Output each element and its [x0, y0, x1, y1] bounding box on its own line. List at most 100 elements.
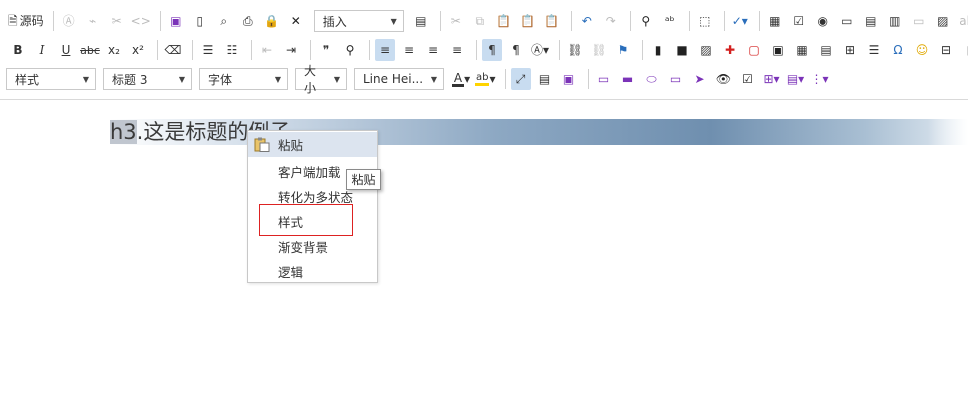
ok-button-icon[interactable]: ▬	[618, 68, 638, 90]
align-right-icon[interactable]: ≡	[423, 39, 443, 61]
copy-icon[interactable]: ⧉	[470, 10, 490, 32]
superscript-button[interactable]: x²	[128, 39, 148, 61]
preview-icon[interactable]: ⌕	[214, 10, 234, 32]
size-select[interactable]: 大小 ▼	[295, 64, 347, 95]
select-all-icon[interactable]: ⬚	[695, 10, 715, 32]
template-icon[interactable]: ▤	[411, 10, 431, 32]
code-icon[interactable]: <>	[131, 10, 151, 32]
undo-icon[interactable]: ↶	[577, 10, 597, 32]
bar-chart-icon[interactable]: ▮	[648, 39, 668, 61]
context-menu-item-gradient-bg[interactable]: 渐变背景	[248, 234, 377, 259]
format-select-value: 标题 3	[112, 72, 148, 87]
align-left-icon[interactable]: ≡	[375, 39, 395, 61]
style-select[interactable]: 样式 ▼	[6, 68, 96, 90]
template-block-icon[interactable]: ▣	[559, 68, 579, 90]
checklist-icon[interactable]: ☑	[738, 68, 758, 90]
horizontal-rule-icon[interactable]: ☰	[864, 39, 884, 61]
ltr-icon[interactable]: ¶	[482, 39, 502, 61]
italic-button[interactable]: I	[32, 39, 52, 61]
lock-icon[interactable]: 🔒	[262, 10, 282, 32]
close-icon[interactable]: ✕	[286, 10, 306, 32]
paste-text-icon[interactable]: 📋	[518, 10, 538, 32]
blockquote-icon[interactable]: ❞	[316, 39, 336, 61]
checkbox-icon[interactable]: ☑	[789, 10, 809, 32]
replace-icon[interactable]: ᵃᵇ	[660, 10, 680, 32]
editor-content-area[interactable]	[0, 100, 968, 407]
language-icon[interactable]: Ⓐ▾	[530, 39, 550, 61]
textarea-icon[interactable]: ▤	[861, 10, 881, 32]
context-menu-item-logic[interactable]: 逻辑	[248, 259, 377, 284]
textbox-icon[interactable]: ▭	[666, 68, 686, 90]
source-button[interactable]: 🗎 源码	[8, 10, 44, 32]
insert-select[interactable]: 插入 ▼	[313, 10, 404, 32]
maximize-icon[interactable]: ⤢	[510, 68, 531, 90]
image-button-icon[interactable]: ▨	[933, 10, 953, 32]
flash-icon[interactable]: ■	[672, 39, 692, 61]
rtl-icon[interactable]: ¶	[506, 39, 526, 61]
new-page-icon[interactable]: ▯	[190, 10, 210, 32]
spellcheck-icon[interactable]: ✓▾	[730, 10, 750, 32]
media-icon[interactable]: ▦	[792, 39, 812, 61]
remove-format-icon[interactable]: ⌫	[163, 39, 183, 61]
bg-color-icon[interactable]: ab ▾	[475, 68, 496, 90]
indent-icon[interactable]: ⇥	[281, 39, 301, 61]
grid-menu-icon[interactable]: ⊞▾	[762, 68, 782, 90]
separator	[688, 11, 690, 31]
underline-button[interactable]: U	[56, 39, 76, 61]
redo-icon[interactable]: ↷	[601, 10, 621, 32]
text-color-icon[interactable]: A ▾	[451, 68, 471, 90]
anchor-flag-icon[interactable]: ⚑	[613, 39, 633, 61]
separator	[439, 11, 441, 31]
align-center-icon[interactable]: ≡	[399, 39, 419, 61]
table-menu-icon[interactable]: ▤▾	[786, 68, 806, 90]
save-icon[interactable]: ▣	[166, 10, 186, 32]
special-char-icon[interactable]: Ω	[888, 39, 908, 61]
find-icon[interactable]: ⚲	[636, 10, 656, 32]
eye-icon[interactable]: 👁	[714, 68, 734, 90]
align-justify-icon[interactable]: ≡	[447, 39, 467, 61]
table-icon[interactable]: ⊞	[840, 39, 860, 61]
binoculars-icon[interactable]: ⚲	[340, 39, 360, 61]
separator	[159, 11, 161, 31]
iframe-icon[interactable]: ▢	[744, 39, 764, 61]
image-icon[interactable]: ▨	[696, 39, 716, 61]
cut-icon[interactable]: ✂	[446, 10, 466, 32]
numbered-list-icon[interactable]: ☰	[198, 39, 218, 61]
outdent-icon[interactable]: ⇤	[257, 39, 277, 61]
link-icon[interactable]: ⌁	[83, 10, 103, 32]
page-break-icon[interactable]: ⊟	[936, 39, 956, 61]
select-field-icon[interactable]: ▥	[885, 10, 905, 32]
format-select[interactable]: 标题 3 ▼	[103, 68, 192, 90]
arrow-icon[interactable]: ➤	[690, 68, 710, 90]
unlink-icon[interactable]: ✂	[107, 10, 127, 32]
style-select-value: 样式	[15, 72, 40, 87]
textfield-icon[interactable]: ▭	[837, 10, 857, 32]
highlight-text-icon[interactable]: Ⓐ	[59, 10, 79, 32]
paste-word-icon[interactable]: 📋	[542, 10, 562, 32]
hidden-field-icon[interactable]: ab	[957, 10, 968, 32]
page-icon[interactable]: ▯	[960, 39, 968, 61]
font-select[interactable]: 字体 ▼	[199, 68, 288, 90]
radio-icon[interactable]: ◉	[813, 10, 833, 32]
button-field-icon[interactable]: ▭	[909, 10, 929, 32]
bold-button[interactable]: B	[8, 39, 28, 61]
tree-menu-icon[interactable]: ⋮▾	[810, 68, 830, 90]
smiley-icon[interactable]: ☺	[912, 39, 932, 61]
link-icon[interactable]: ⛓	[565, 39, 585, 61]
unlink-icon[interactable]: ⛓	[589, 39, 609, 61]
print-icon[interactable]: ⎙	[238, 10, 258, 32]
subscript-button[interactable]: x₂	[104, 39, 124, 61]
video-icon[interactable]: ▣	[768, 39, 788, 61]
lineheight-select[interactable]: Line Hei... ▼	[354, 68, 444, 90]
context-menu-item-paste[interactable]: 粘贴	[248, 132, 377, 157]
paste-icon[interactable]: 📋	[494, 10, 514, 32]
show-blocks-icon[interactable]: ▤	[535, 68, 555, 90]
plus-icon[interactable]: ✚	[720, 39, 740, 61]
form-icon[interactable]: ▦	[765, 10, 785, 32]
frame-icon[interactable]: ▭	[594, 68, 614, 90]
separator	[192, 40, 193, 60]
document-icon[interactable]: ▤	[816, 39, 836, 61]
ellipse-icon[interactable]: ⬭	[642, 68, 662, 90]
strike-button[interactable]: abc	[80, 39, 100, 61]
bulleted-list-icon[interactable]: ☷	[222, 39, 242, 61]
